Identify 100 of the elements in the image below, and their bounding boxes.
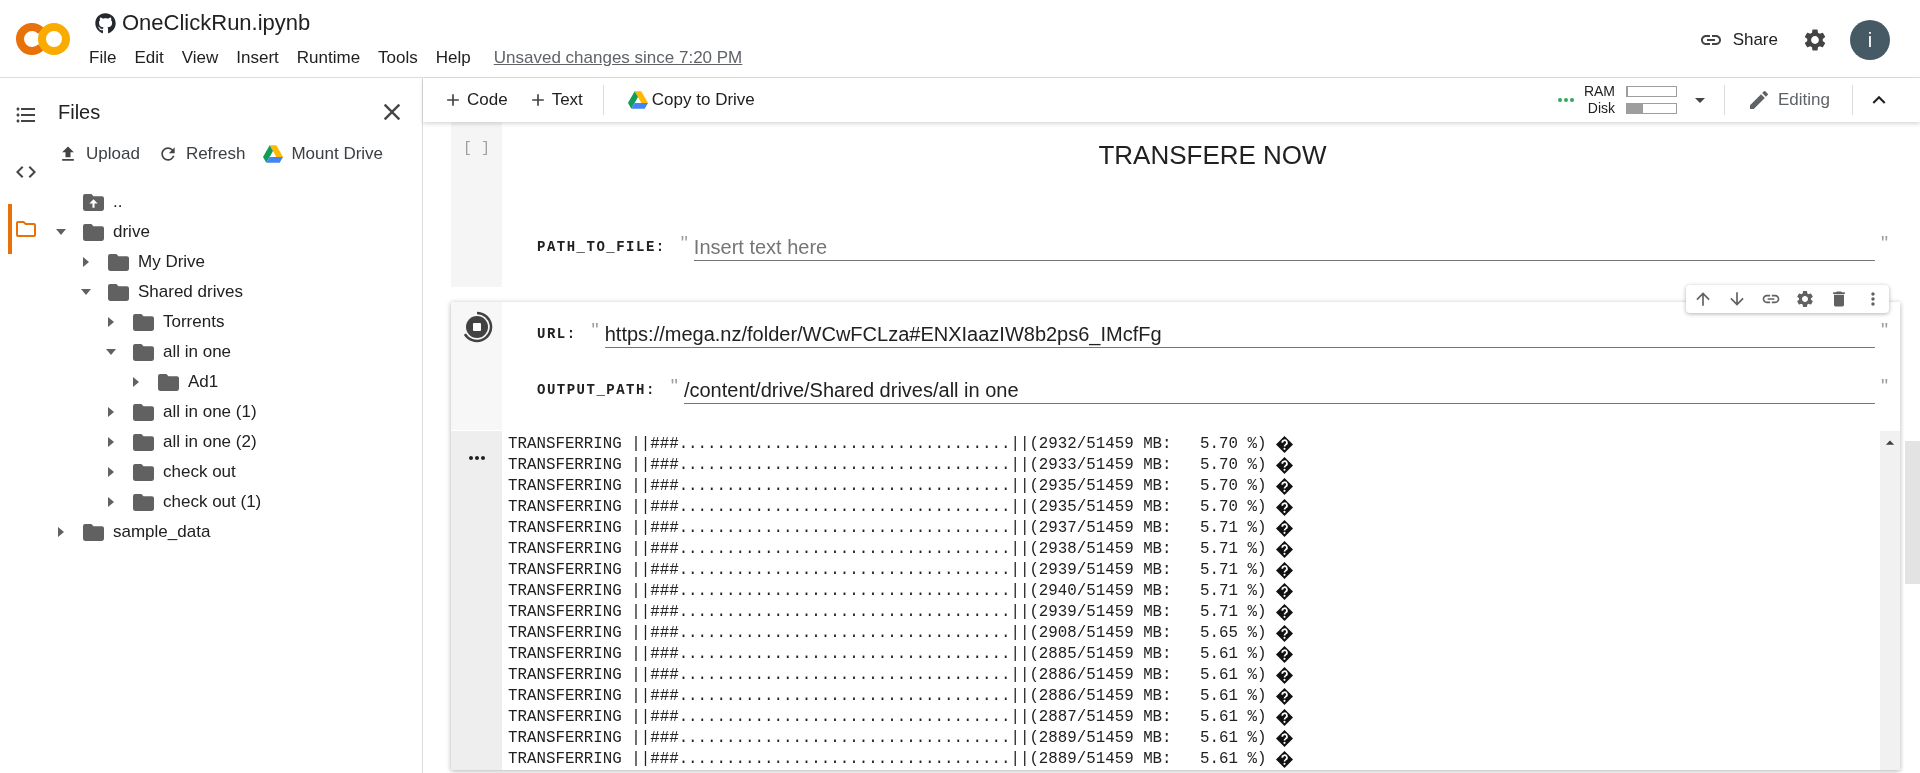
mount-drive-button[interactable]: Mount Drive [257,141,390,167]
quote-mark: " [591,320,599,340]
question-diamond-icon [1276,562,1294,579]
caret-right-icon[interactable] [108,407,114,417]
caret-right-icon[interactable] [108,317,114,327]
output-line: TRANSFERRING ||###...................................||(2935/51459 MB: 5.70 %) [508,476,1267,497]
folder-name[interactable]: all in one (2) [163,431,257,453]
settings-icon[interactable] [1795,289,1815,309]
question-diamond-icon [1276,730,1294,747]
question-diamond-icon [1276,499,1294,516]
output-line: TRANSFERRING ||###...................................||(2889/51459 MB: 5.61 %) [508,728,1267,749]
folder-name[interactable]: all in one [163,341,232,363]
folder-name[interactable]: all in one (1) [163,401,257,423]
insert-cell-button[interactable]: Code [435,83,516,117]
resource-label: RAM [1583,83,1615,100]
output-line: TRANSFERRING ||###...................................||(2887/51459 MB: 5.61 %) [508,707,1267,728]
caret-down-icon[interactable] [56,229,66,235]
caret-right-icon[interactable] [108,467,114,477]
notebook-title[interactable]: OneClickRun.ipynb [122,9,311,37]
folder-name[interactable]: My Drive [138,251,206,273]
scrollbar-thumb[interactable] [1905,441,1920,584]
notebook-cell[interactable] [451,302,1900,770]
question-diamond-icon [1276,583,1294,600]
avatar[interactable]: i [1850,19,1890,60]
upload-button[interactable]: Upload [52,141,146,167]
folder-icon [108,283,129,301]
folder-icon [83,223,104,241]
folder-name[interactable]: sample_data [113,521,211,543]
triangle-logo-icon [627,91,648,109]
output-line: TRANSFERRING ||###...................................||(2889/51459 MB: 5.61 %) [508,749,1267,770]
caret-right-icon[interactable] [83,257,89,267]
output-line: TRANSFERRING ||###...................................||(2908/51459 MB: 5.65 %) [508,623,1267,644]
form-title: TRANSFERE NOW [1097,139,1328,171]
cat-logo-icon[interactable] [95,12,116,34]
resource-label: Disk [1586,100,1615,117]
folder-icon [133,493,154,511]
caret-right-icon[interactable] [133,377,139,387]
caret-down-icon[interactable] [81,289,91,295]
text-input[interactable]: https://mega.nz/folder/WCwFCLza#ENXIaazIW8b2ps6_IMcfFg [604,320,1875,348]
field-label: URL: [537,324,577,344]
caret-right-icon[interactable] [58,527,64,537]
menu-item[interactable]: View [172,47,228,69]
menu-item[interactable]: Edit [125,47,173,69]
folder-name[interactable]: check out [163,461,236,483]
question-diamond-icon [1276,646,1294,663]
quote-mark: " [1880,376,1888,396]
output-line: TRANSFERRING ||###...................................||(2939/51459 MB: 5.71 %) [508,560,1267,581]
field-label: PATH_TO_FILE: [537,237,666,257]
caret-right-icon[interactable] [108,437,114,447]
folder-name[interactable]: drive [113,221,150,243]
caret-right-icon[interactable] [108,497,114,507]
question-diamond-icon [1276,436,1294,453]
copy-to-drive-button[interactable]: Copy to Drive [619,83,763,117]
folder-icon [83,523,104,541]
insert-cell-button[interactable]: Text [519,83,591,117]
text-input[interactable]: Insert text here [693,233,1875,261]
output-line: TRANSFERRING ||###...................................||(2939/51459 MB: 5.71 %) [508,602,1267,623]
question-diamond-icon [1276,688,1294,705]
output-line: TRANSFERRING ||###...................................||(2932/51459 MB: 5.70 %) [508,434,1267,455]
folder-name[interactable]: Ad1 [188,371,219,393]
quote-mark: " [1880,320,1888,340]
menu-item[interactable]: Runtime [287,47,370,69]
output-line: TRANSFERRING ||###...................................||(2935/51459 MB: 5.70 %) [508,497,1267,518]
folder-name[interactable]: Shared drives [138,281,243,303]
folder-icon [158,373,179,391]
question-diamond-icon [1276,667,1294,684]
refresh-button[interactable]: Refresh [151,141,252,167]
scrollbar-track[interactable] [1880,431,1900,770]
menu-item[interactable]: Insert [227,47,288,69]
question-diamond-icon [1276,457,1294,474]
folder-icon [133,403,154,421]
question-diamond-icon [1276,478,1294,495]
question-diamond-icon [1276,520,1294,537]
save-status-link[interactable]: Unsaved changes since 7:20 PM [493,47,743,69]
caret-down-icon[interactable] [106,349,116,355]
mode-button[interactable]: Editing [1739,83,1838,117]
output-line: TRANSFERRING ||###...................................||(2886/51459 MB: 5.61 %) [508,665,1267,686]
folder-name[interactable]: .. [113,191,123,213]
menu-item[interactable]: Tools [369,47,427,69]
quote-mark: " [1880,233,1888,253]
panel-title: Files [58,100,101,125]
status-dots-icon [1558,98,1574,102]
question-diamond-icon [1276,709,1294,726]
question-diamond-icon [1276,604,1294,621]
menu-item[interactable]: Help [426,47,480,69]
menu-item[interactable]: File [80,47,126,69]
triangle-logo-icon [263,145,284,163]
logo-icon[interactable] [15,21,71,56]
folder-up-icon[interactable] [83,193,104,211]
field-label: OUTPUT_PATH: [537,380,656,400]
folder-icon [133,343,154,361]
pencil-icon [1747,88,1771,112]
question-diamond-icon [1276,541,1294,558]
text-input[interactable]: /content/drive/Shared drives/all in one [683,376,1875,404]
folder-icon [108,253,129,271]
output-line: TRANSFERRING ||###...................................||(2937/51459 MB: 5.71 %) [508,518,1267,539]
folder-name[interactable]: check out (1) [163,491,262,513]
folder-name[interactable]: Torrents [163,311,225,333]
output-line: TRANSFERRING ||###...................................||(2933/51459 MB: 5.70 %) [508,455,1267,476]
share-button[interactable]: Share [1690,21,1786,58]
